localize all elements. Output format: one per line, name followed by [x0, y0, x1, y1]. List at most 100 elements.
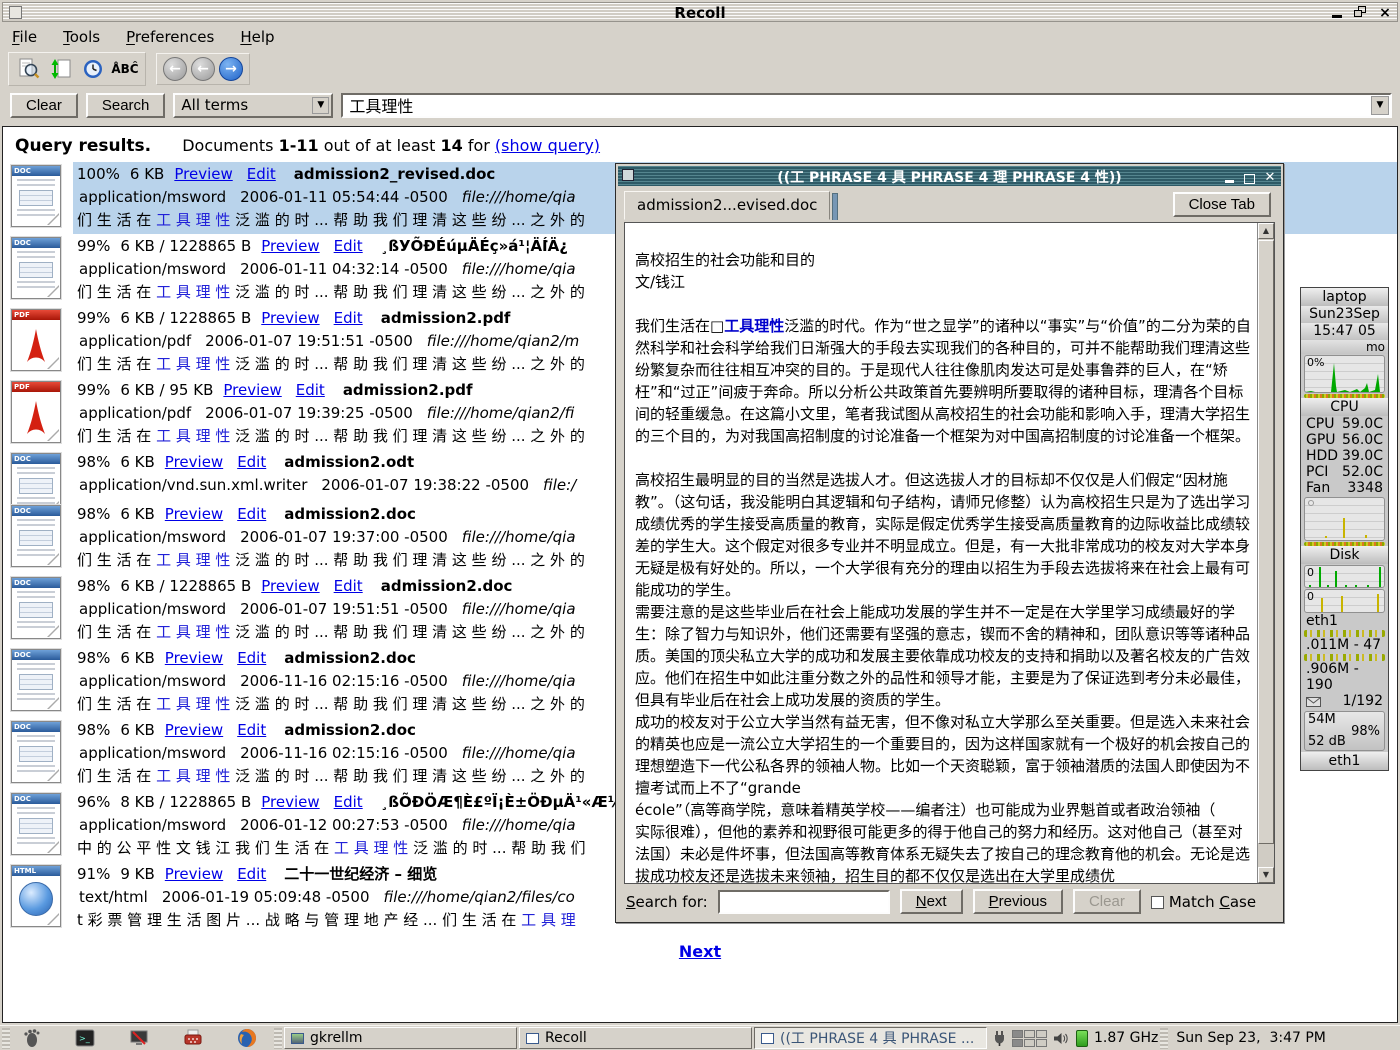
preview-link[interactable]: Preview: [174, 165, 232, 183]
result-filename: admission2.pdf: [381, 309, 511, 327]
task-button-recoll[interactable]: Recoll: [519, 1027, 752, 1049]
preview-scrollbar[interactable]: ▲ ▼: [1257, 223, 1274, 883]
gkrellm-window[interactable]: laptop Sun23Sep 15:47 05 mo 0% CPU CPU59…: [1300, 287, 1389, 771]
taskbar-clock[interactable]: Sun Sep 23, 3:47 PM: [1170, 1030, 1334, 1046]
file-size: 9 KB: [120, 865, 154, 883]
gkrellm-corner-label: mo: [1301, 340, 1388, 354]
match-case-option[interactable]: Match Case: [1151, 893, 1256, 911]
doc-file-icon: DOC: [11, 577, 61, 639]
preview-link[interactable]: Preview: [261, 309, 319, 327]
menu-file[interactable]: File: [12, 28, 37, 46]
relevance-percent: 98%: [77, 649, 110, 667]
menu-tools[interactable]: Tools: [63, 28, 100, 46]
query-history-chevron-icon[interactable]: ▼: [1371, 96, 1389, 115]
edit-link[interactable]: Edit: [237, 865, 266, 883]
preview-tab[interactable]: admission2...evised.doc: [624, 191, 830, 220]
edit-link[interactable]: Edit: [334, 309, 363, 327]
sort-parameters-icon[interactable]: [47, 56, 75, 82]
gkrellm-time: 15:47 05: [1301, 323, 1388, 340]
scrollbar-thumb[interactable]: [1258, 240, 1274, 844]
close-icon[interactable]: ×: [1377, 6, 1393, 20]
gkrellm-hostname: laptop: [1301, 288, 1388, 306]
previous-page-icon[interactable]: ←: [191, 57, 215, 81]
preview-link[interactable]: Preview: [165, 649, 223, 667]
preview-link[interactable]: Preview: [223, 381, 281, 399]
search-button[interactable]: Search: [86, 93, 166, 118]
task-button-gkrellm[interactable]: gkrellm: [284, 1027, 517, 1049]
clear-button[interactable]: Clear: [10, 93, 78, 118]
menu-preferences[interactable]: Preferences: [126, 28, 214, 46]
snippet-text: 们 生 活 在: [77, 695, 156, 713]
gnome-menu-icon[interactable]: [16, 1027, 46, 1050]
search-mode-select[interactable]: All terms ▼: [173, 93, 333, 118]
edit-link[interactable]: Edit: [237, 505, 266, 523]
preview-text[interactable]: 高校招生的社会功能和目的 文/钱江 我们生活在□工具理性泛滥的时代。作为“世之显…: [625, 223, 1257, 883]
restore-icon[interactable]: [1353, 6, 1369, 20]
match-case-checkbox[interactable]: [1151, 896, 1164, 909]
edit-link[interactable]: Edit: [334, 237, 363, 255]
preview-link[interactable]: Preview: [261, 237, 319, 255]
find-next-button[interactable]: Next: [900, 889, 963, 914]
next-page-icon[interactable]: →: [219, 57, 243, 81]
preview-link[interactable]: Preview: [165, 721, 223, 739]
mime-type: application/msword: [79, 816, 226, 834]
scroll-up-icon[interactable]: ▲: [1258, 223, 1274, 239]
cpu-frequency-icon[interactable]: [1076, 1030, 1088, 1047]
preview-link[interactable]: Preview: [165, 453, 223, 471]
net-tx-chart: [1304, 654, 1385, 661]
edit-link[interactable]: Edit: [334, 577, 363, 595]
task-button-preview[interactable]: ((工 PHRASE 4 具 PHRASE ...: [754, 1027, 987, 1049]
find-input[interactable]: [718, 890, 890, 914]
term-explorer-icon[interactable]: ÅBĈ: [111, 56, 139, 82]
power-plug-icon[interactable]: [993, 1030, 1006, 1047]
edit-link[interactable]: Edit: [247, 165, 276, 183]
edit-link[interactable]: Edit: [334, 793, 363, 811]
typewriter-icon[interactable]: [178, 1027, 208, 1050]
first-page-icon[interactable]: ←: [163, 57, 187, 81]
preview-titlebar[interactable]: ((工 PHRASE 4 具 PHRASE 4 理 PHRASE 4 性)) ✕: [618, 166, 1281, 186]
result-filename: ¸ßУÕÐÉúµÄÉç»á¹¦ÄܺÍÄ¿: [381, 237, 568, 255]
edit-link[interactable]: Edit: [237, 453, 266, 471]
document-history-icon[interactable]: [79, 56, 107, 82]
show-query-link[interactable]: (show query): [495, 136, 600, 155]
terminal-icon[interactable]: >_: [70, 1027, 100, 1050]
preview-link[interactable]: Preview: [165, 505, 223, 523]
file-url: file:///home/qian2/files/co: [384, 888, 575, 906]
next-page-link[interactable]: Next: [3, 942, 1397, 961]
net-tx-row: .906M - 190: [1301, 661, 1388, 693]
query-input[interactable]: 工具理性 ▼: [341, 93, 1392, 118]
chevron-down-icon[interactable]: ▼: [312, 97, 329, 114]
preview-link[interactable]: Preview: [261, 793, 319, 811]
recoll-titlebar[interactable]: Recoll ×: [2, 2, 1398, 22]
volume-icon[interactable]: [1053, 1032, 1070, 1045]
lock-screen-icon[interactable]: [124, 1027, 154, 1050]
preview-close-icon[interactable]: ✕: [1263, 170, 1277, 185]
firefox-icon[interactable]: [232, 1027, 262, 1050]
preview-maximize-icon[interactable]: [1244, 174, 1255, 184]
snippet-text: 泛 滥 的 时 ... 帮 助 我 们 理 清 这 些 纷 ... 之 外 的: [230, 355, 584, 373]
recoll-task-icon: [526, 1033, 539, 1044]
preview-link[interactable]: Preview: [261, 577, 319, 595]
search-term-highlight: 工 具 理 性: [156, 695, 230, 713]
result-filename: admission2.odt: [284, 453, 414, 471]
panel-handle[interactable]: [2, 1028, 10, 1049]
snippet-text: 泛 滥 的 时 ... 帮 助 我 们 理 清 这 些 纷 ... 之 外 的: [230, 623, 584, 641]
snippet-text: 们 生 活 在: [77, 623, 156, 641]
snippet-text: 们 生 活 在: [77, 427, 156, 445]
tasklist-handle[interactable]: [274, 1028, 282, 1049]
preview-minimize-icon[interactable]: [1222, 171, 1236, 183]
find-previous-button[interactable]: Previous: [973, 889, 1063, 914]
preview-link[interactable]: Preview: [165, 865, 223, 883]
workspace-pager[interactable]: [1012, 1030, 1047, 1047]
menu-help[interactable]: Help: [240, 28, 274, 46]
clock-handle[interactable]: [1160, 1028, 1168, 1049]
scroll-down-icon[interactable]: ▼: [1258, 867, 1274, 883]
edit-link[interactable]: Edit: [237, 721, 266, 739]
advanced-search-icon[interactable]: [15, 56, 43, 82]
file-url: file:///home/qia: [462, 816, 576, 834]
close-tab-button[interactable]: Close Tab: [1173, 192, 1271, 217]
minimize-icon[interactable]: [1329, 6, 1345, 20]
edit-link[interactable]: Edit: [237, 649, 266, 667]
edit-link[interactable]: Edit: [296, 381, 325, 399]
snippet-text: 泛 滥 的 时 ... 帮 助 我 们 理 清 这 些 纷 ... 之 外 的: [230, 283, 584, 301]
